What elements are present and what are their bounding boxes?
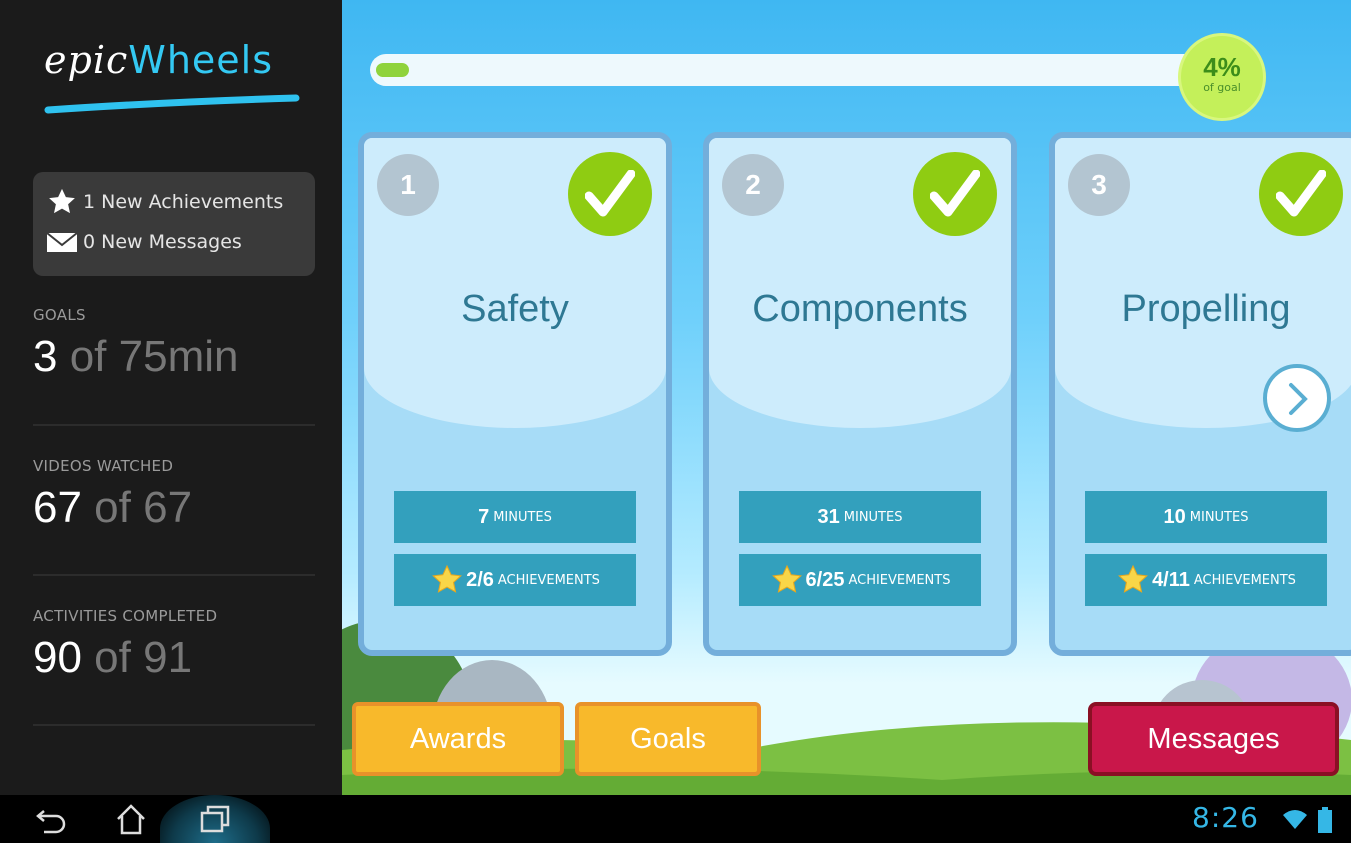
stat-activities-value: 90 of 91 <box>33 633 315 683</box>
logo-swoosh-icon <box>44 94 300 114</box>
achievements-value: 4/11 <box>1152 568 1190 591</box>
achievements-notification[interactable]: 1 New Achievements <box>45 182 315 222</box>
awards-button[interactable]: Awards <box>352 702 564 776</box>
home-icon[interactable] <box>114 803 148 835</box>
achievements-notification-text: 1 New Achievements <box>83 191 284 213</box>
module-card-safety[interactable]: 1 Safety 7 MINUTES 2/6 ACHIEVEMENTS <box>358 132 672 656</box>
module-achievements: 4/11 ACHIEVEMENTS <box>1085 554 1327 606</box>
sidebar: epicWheels 1 New Achievements 0 New Mess… <box>0 0 342 795</box>
stat-activities-number: 90 <box>33 633 82 682</box>
status-clock: 8:26 <box>1192 801 1259 834</box>
logo-text-epic: epic <box>44 38 129 82</box>
module-achievements: 2/6 ACHIEVEMENTS <box>394 554 636 606</box>
goal-progress-bar <box>370 54 1200 86</box>
envelope-icon <box>46 232 78 252</box>
minutes-value: 31 <box>817 505 840 528</box>
module-number-badge: 2 <box>722 154 784 216</box>
stat-goals-label: GOALS <box>33 306 86 324</box>
divider <box>33 724 315 726</box>
module-title: Components <box>752 288 968 330</box>
module-number-badge: 3 <box>1068 154 1130 216</box>
star-icon <box>771 564 802 593</box>
stat-videos-value: 67 of 67 <box>33 483 315 533</box>
star-icon <box>432 564 463 593</box>
logo-text-wheels: Wheels <box>128 38 274 82</box>
wifi-icon <box>1283 810 1307 829</box>
achievements-value: 2/6 <box>466 568 494 591</box>
messages-button[interactable]: Messages <box>1088 702 1339 776</box>
achievements-value: 6/25 <box>805 568 845 591</box>
module-title: Safety <box>461 288 569 330</box>
module-minutes: 31 MINUTES <box>739 491 981 543</box>
completed-check-icon <box>1259 152 1343 236</box>
module-achievements: 6/25 ACHIEVEMENTS <box>739 554 981 606</box>
minutes-value: 10 <box>1163 505 1186 528</box>
minutes-label: MINUTES <box>1189 509 1249 525</box>
achievements-label: ACHIEVEMENTS <box>497 572 600 588</box>
module-title: Propelling <box>1121 288 1291 330</box>
stat-activities-total: of 91 <box>81 633 193 682</box>
back-icon[interactable] <box>34 803 68 835</box>
stat-videos: VIDEOS WATCHED 67 of 67 <box>33 457 315 533</box>
recent-apps-icon[interactable] <box>198 803 232 835</box>
stat-videos-label: VIDEOS WATCHED <box>33 457 174 475</box>
achievements-label: ACHIEVEMENTS <box>1193 572 1296 588</box>
module-card-propelling[interactable]: 3 Propelling 10 MINUTES 4/11 ACHIEVEMENTS <box>1049 132 1351 656</box>
minutes-value: 7 <box>478 505 490 528</box>
battery-icon <box>1318 807 1332 833</box>
messages-notification[interactable]: 0 New Messages <box>45 222 315 262</box>
stat-goals-number: 3 <box>33 332 58 381</box>
completed-check-icon <box>913 152 997 236</box>
messages-notification-text: 0 New Messages <box>83 231 242 253</box>
divider <box>33 574 315 576</box>
main-area: 4% of goal 1 Safety 7 MINUTES 2/6 ACHIEVEM… <box>342 0 1351 795</box>
completed-check-icon <box>568 152 652 236</box>
module-card-components[interactable]: 2 Components 31 MINUTES 6/25 ACHIEVEMENTS <box>703 132 1017 656</box>
star-icon <box>1118 564 1149 593</box>
goal-progress-fill <box>376 63 409 77</box>
minutes-label: MINUTES <box>843 509 903 525</box>
stat-activities: ACTIVITIES COMPLETED 90 of 91 <box>33 607 315 683</box>
stat-activities-label: ACTIVITIES COMPLETED <box>33 607 218 625</box>
stat-goals-total: of 75min <box>57 332 239 381</box>
stat-videos-total: of 67 <box>81 483 193 532</box>
goal-percent-caption: of goal <box>1203 81 1241 94</box>
module-number-badge: 1 <box>377 154 439 216</box>
stat-videos-number: 67 <box>33 483 82 532</box>
notifications-panel[interactable]: 1 New Achievements 0 New Messages <box>33 172 315 276</box>
stat-goals-value: 3 of 75min <box>33 332 315 382</box>
app-logo: epicWheels <box>44 38 304 128</box>
goals-button[interactable]: Goals <box>575 702 761 776</box>
goal-percent: 4% <box>1203 52 1241 82</box>
achievements-label: ACHIEVEMENTS <box>848 572 951 588</box>
chevron-right-icon <box>1289 383 1308 415</box>
goal-percent-badge: 4% of goal <box>1178 33 1266 121</box>
stat-goals: GOALS 3 of 75min <box>33 306 315 382</box>
system-navigation-bar: 8:26 <box>0 795 1351 843</box>
module-minutes: 7 MINUTES <box>394 491 636 543</box>
star-icon <box>49 188 75 214</box>
next-arrow-button[interactable] <box>1263 364 1331 432</box>
divider <box>33 424 315 426</box>
minutes-label: MINUTES <box>493 509 552 525</box>
module-minutes: 10 MINUTES <box>1085 491 1327 543</box>
